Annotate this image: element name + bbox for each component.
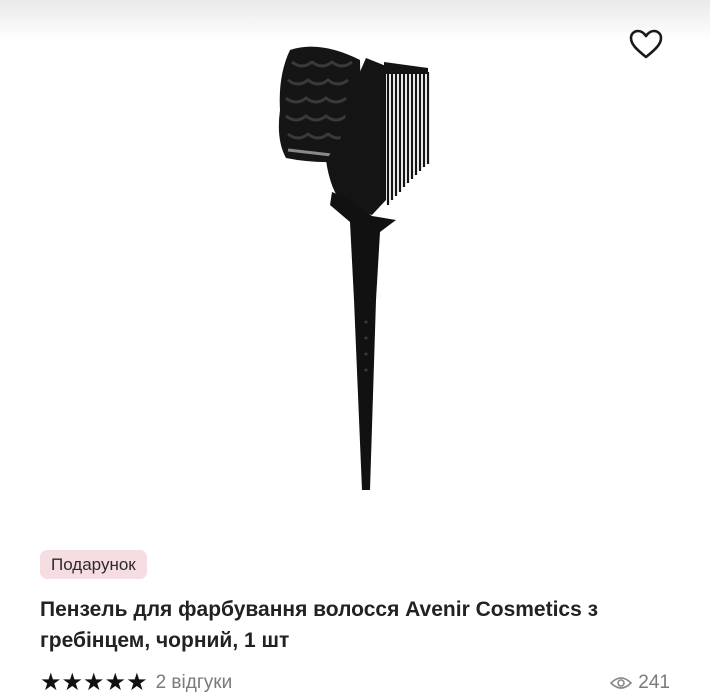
star-icon: ★ bbox=[61, 669, 84, 696]
eye-icon bbox=[610, 677, 633, 689]
product-image[interactable] bbox=[0, 0, 710, 540]
brush-handle bbox=[330, 192, 396, 490]
star-icon: ★ bbox=[126, 669, 148, 696]
star-icon: ★ bbox=[83, 669, 105, 696]
comb bbox=[384, 62, 430, 205]
heart-outline-icon bbox=[629, 29, 663, 59]
views-count: 241 bbox=[638, 672, 670, 693]
rating-stars: ★ ★ ★ ★ ★ bbox=[40, 671, 148, 695]
rating-row: ★ ★ ★ ★ ★ 2 відгуки 241 bbox=[40, 670, 670, 696]
views-counter: 241 bbox=[610, 672, 670, 694]
gift-badge-label: Подарунок bbox=[51, 554, 136, 574]
gift-badge: Подарунок bbox=[40, 550, 147, 579]
star-icon: ★ bbox=[40, 669, 62, 696]
product-title[interactable]: Пензель для фарбування волосся Avenir Co… bbox=[40, 594, 660, 656]
wishlist-button[interactable] bbox=[624, 22, 668, 66]
reviews-link[interactable]: 2 відгуки bbox=[156, 672, 233, 694]
star-icon: ★ bbox=[104, 669, 127, 696]
